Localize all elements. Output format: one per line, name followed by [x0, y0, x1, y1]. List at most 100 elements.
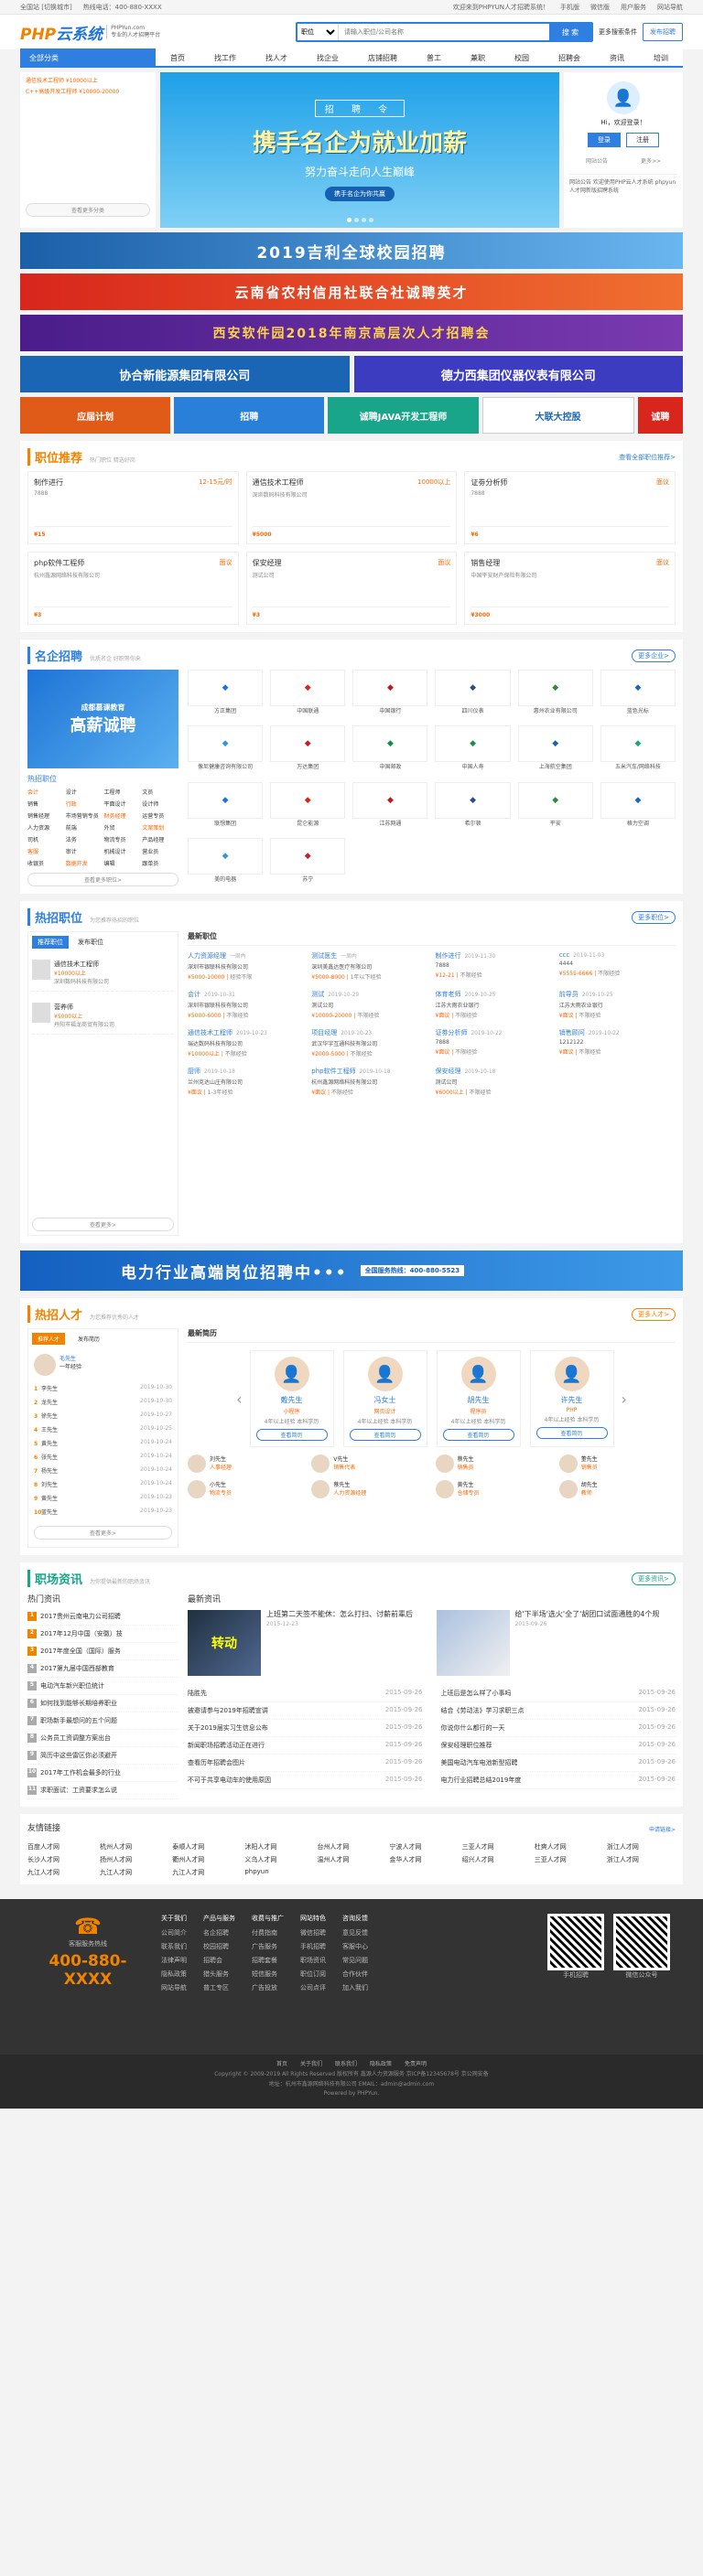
job-tag[interactable]: 审计 — [66, 847, 103, 855]
hero-banner[interactable]: 招 聘 令 携手名企为就业加薪 努力奋斗走向人生巅峰 携手名企为你共赢 — [160, 72, 559, 228]
job-tag[interactable]: 客服 — [27, 847, 64, 855]
friend-link[interactable]: 温州人才网 — [317, 1855, 385, 1864]
resume-list-item[interactable]: 董先生 销售员 — [558, 1454, 676, 1473]
job-tag[interactable]: 市场营销专员 — [66, 811, 103, 820]
tab-recommend[interactable]: 推荐职位 — [32, 936, 69, 949]
footer-link[interactable]: 公司点评 — [300, 1983, 326, 1992]
notice-text[interactable]: 网站公告 欢迎使用PHP云人才系统 phpyun人才网新版招聘系统 — [569, 174, 677, 195]
job-tag[interactable]: 司机 — [27, 835, 64, 843]
footer-link[interactable]: 客服中心 — [342, 1942, 368, 1951]
ad-xian[interactable]: 西安软件园2018年南京高层次人才招聘会 — [20, 315, 683, 351]
latest-job-item[interactable]: 销售顾问 2019-10-22 1212122 ¥面议 | 不限经验 — [559, 1028, 676, 1057]
footer-link[interactable]: 手机招聘 — [300, 1942, 326, 1951]
friend-link[interactable]: 杭州人才网 — [100, 1842, 168, 1852]
company-logo[interactable]: ◆ 五米汽车/网络科技 — [600, 725, 676, 774]
job-tag[interactable]: 文案策划 — [142, 823, 178, 832]
footer-link[interactable]: 职位订阅 — [300, 1970, 326, 1979]
job-tag[interactable]: 数据开发 — [66, 859, 103, 867]
company-logo[interactable]: ◆ 像尼健康咨询有限公司 — [188, 725, 264, 774]
footer-nav-link[interactable]: 首页 — [276, 2060, 287, 2070]
top-link-nav[interactable]: 网站导航 — [657, 3, 683, 12]
job-tag[interactable]: 人力资源 — [27, 823, 64, 832]
job-tag[interactable]: 运营专员 — [142, 811, 178, 820]
all-categories[interactable]: 全部分类 — [20, 48, 156, 67]
recommend-more-button[interactable]: 查看更多> — [32, 1218, 174, 1231]
hot-news-item[interactable]: 5 电动汽车新兴职位统计 — [27, 1678, 178, 1695]
company-logo[interactable]: ◆ 江苏网通 — [352, 781, 428, 831]
footer-nav-link[interactable]: 隐私政策 — [370, 2060, 392, 2070]
hot-jobs-more-button[interactable]: 更多职位> — [632, 910, 676, 924]
talent-row[interactable]: 3 徐先生 2019-10-27 — [28, 1409, 178, 1422]
footer-nav-link[interactable]: 联系我们 — [335, 2060, 357, 2070]
company-logo[interactable]: ◆ 惠州农业有限公司 — [517, 670, 593, 718]
footer-link[interactable]: 联系我们 — [161, 1942, 187, 1951]
footer-link[interactable]: 短信服务 — [252, 1970, 284, 1979]
footer-link[interactable]: 广告服务 — [252, 1942, 284, 1951]
latest-job-item[interactable]: 体育老师 2019-10-25 江苏大雨农业银行 ¥面议 | 不限经验 — [436, 990, 552, 1019]
news-list-item[interactable]: 新闻职场招聘活动正在进行 2015-09-26 — [188, 1737, 423, 1755]
carousel-next-icon[interactable]: › — [622, 1390, 627, 1408]
job-tag[interactable]: 文员 — [142, 788, 178, 796]
search-button[interactable]: 搜 索 — [549, 24, 591, 40]
company-logo[interactable]: ◆ 中国联通 — [270, 670, 346, 718]
latest-job-item[interactable]: php软件工程师 2019-10-18 杭州鑫源网络科技有限公司 ¥面议 | 不限经验 — [311, 1067, 427, 1096]
latest-job-item[interactable]: 会计 2019-10-31 深圳市银联科技有限公司 ¥5000-6000 | 不限经验 — [188, 990, 304, 1019]
talent-row[interactable]: 1 李先生 2019-10-30 — [28, 1381, 178, 1395]
latest-job-item[interactable]: 保安经理 2019-10-18 测试公司 ¥6000以上 | 不限经验 — [436, 1067, 552, 1096]
recommend-item[interactable]: 通信技术工程师 ¥10000以上 深圳数码科技有限公司 — [32, 954, 174, 992]
top-link-mobile[interactable]: 手机版 — [560, 3, 579, 12]
talent-list-more-button[interactable]: 查看更多> — [34, 1526, 172, 1540]
category-more-button[interactable]: 查看更多分类 — [26, 203, 150, 217]
footer-link[interactable]: 广告投放 — [252, 1983, 284, 1992]
hot-news-item[interactable]: 11 求职面试：工资要求怎么说 — [27, 1782, 178, 1799]
friend-link[interactable]: 杜爽人才网 — [535, 1842, 603, 1852]
footer-link[interactable]: 微信招聘 — [300, 1928, 326, 1937]
talent-row[interactable]: 2 龙先生 2019-10-30 — [28, 1395, 178, 1409]
company-logo[interactable]: ◆ 方正集团 — [188, 670, 264, 718]
friend-link[interactable]: 百度人才网 — [27, 1842, 96, 1852]
company-logo[interactable]: ◆ 平安 — [517, 781, 593, 831]
news-list-item[interactable]: 电力行业招聘总结2019年度 2015-09-26 — [440, 1772, 676, 1789]
job-card[interactable]: 保安经理 面议 测试公司 ¥3 — [245, 552, 458, 625]
nav-news[interactable]: 资讯 — [610, 53, 624, 63]
news-list-item[interactable]: 上班后是怎么样了小事吗 2015-09-26 — [440, 1685, 676, 1702]
job-card[interactable]: 通信技术工程师 10000以上 深圳数码科技有限公司 ¥5000 — [245, 471, 458, 544]
hot-news-item[interactable]: 8 公务员工资调整方案出台 — [27, 1730, 178, 1747]
hot-news-item[interactable]: 1 2017贵州云南电力公司招聘 — [27, 1608, 178, 1626]
job-tag[interactable]: 物流专员 — [104, 835, 141, 843]
job-recommend-more-link[interactable]: 查看全部职位推荐> — [619, 453, 676, 462]
latest-job-item[interactable]: 前导员 2019-10-25 江苏大雨农业银行 ¥面议 | 不限经验 — [559, 990, 676, 1019]
friend-link[interactable]: 泰顺人才网 — [172, 1842, 241, 1852]
hot-news-item[interactable]: 6 如何找到能够长期培养职业 — [27, 1695, 178, 1712]
talent-row[interactable]: 10蓝先生 2019-10-23 — [28, 1505, 178, 1519]
friend-link[interactable]: 义乌人才网 — [244, 1855, 313, 1864]
ad-yunnan[interactable]: 云南省农村信用社联合社诚聘英才 — [20, 274, 683, 310]
nav-campus[interactable]: 校园 — [514, 53, 529, 63]
nav-worker[interactable]: 普工 — [427, 53, 441, 63]
job-tag[interactable]: 工程师 — [104, 788, 141, 796]
friend-link[interactable]: 衢州人才网 — [172, 1855, 241, 1864]
job-tag[interactable]: 前端 — [66, 823, 103, 832]
job-tag[interactable]: 会计 — [27, 788, 64, 796]
footer-link[interactable]: 职场资讯 — [300, 1956, 326, 1965]
talent-row[interactable]: 4 王先生 2019-10-25 — [28, 1422, 178, 1436]
job-tag[interactable]: 财务经理 — [104, 811, 141, 820]
friend-link[interactable]: 三亚人才网 — [535, 1855, 603, 1864]
hot-news-item[interactable]: 10 2017年工作机会最多的行业 — [27, 1765, 178, 1782]
footer-link[interactable]: 意见反馈 — [342, 1928, 368, 1937]
friend-link[interactable]: 浙江人才网 — [607, 1855, 676, 1864]
job-tag[interactable]: 行政 — [66, 800, 103, 808]
ad-small-4[interactable]: 大联大控股 — [481, 397, 634, 434]
friend-link[interactable]: 三亚人才网 — [462, 1842, 531, 1852]
job-card[interactable]: 证劵分析师 面议 7888 ¥6 — [464, 471, 676, 544]
footer-link[interactable]: 加入我们 — [342, 1983, 368, 1992]
register-button[interactable]: 注册 — [626, 133, 659, 147]
footer-link[interactable]: 法律声明 — [161, 1956, 187, 1965]
talent-more-button[interactable]: 更多人才> — [632, 1307, 676, 1321]
resume-list-item[interactable]: 蔡先生 销售员 — [435, 1454, 552, 1473]
nav-store[interactable]: 店铺招聘 — [368, 53, 397, 63]
resume-list-item[interactable]: 小先生 物流专员 — [188, 1480, 304, 1498]
job-tag[interactable]: 机械设计 — [104, 847, 141, 855]
top-link-service[interactable]: 用户服务 — [621, 3, 646, 12]
company-logo[interactable]: ◆ 中国人寿 — [435, 725, 511, 774]
